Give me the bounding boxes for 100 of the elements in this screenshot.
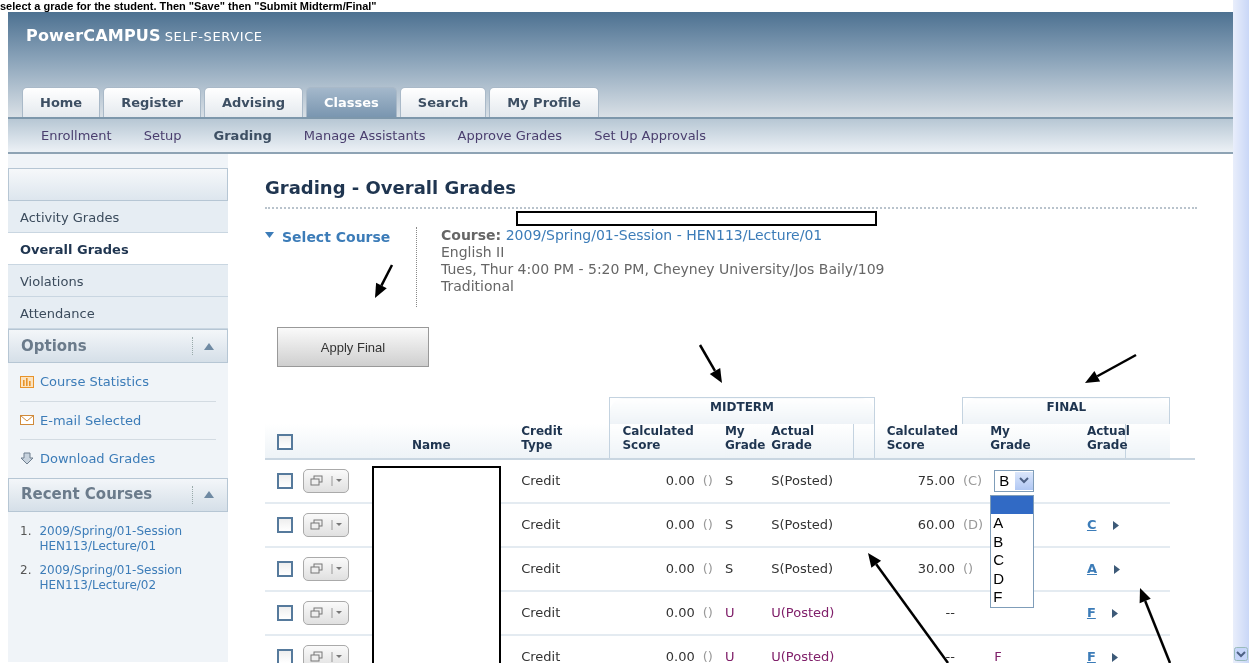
section-title: Options	[21, 335, 87, 357]
course-link[interactable]: 2009/Spring/01-Session - HEN113/Lecture/01	[505, 227, 823, 243]
section-heading: MIDTERM	[609, 397, 875, 424]
caret-icon	[331, 562, 344, 575]
sidebar-item[interactable]: Overall Grades	[8, 233, 228, 265]
grade-link[interactable]: C	[1086, 516, 1097, 532]
select-course-link[interactable]: Select Course	[282, 227, 391, 248]
caret-icon	[331, 518, 344, 531]
caret-icon	[331, 606, 344, 619]
sidebar-item[interactable]: Violations	[8, 265, 228, 297]
dropdown-option[interactable]: A	[991, 514, 1034, 533]
sidebar-item[interactable]: Activity Grades	[8, 201, 228, 233]
row-menu-button[interactable]	[303, 644, 350, 663]
row-checkbox[interactable]	[277, 649, 293, 663]
table-cell: 60.00	[917, 516, 955, 532]
table-cell: F	[994, 648, 1002, 663]
nav-tab[interactable]: Advising	[203, 86, 304, 117]
row-menu-button[interactable]	[303, 600, 350, 625]
table-cell: Credit	[521, 604, 561, 620]
row-menu-button[interactable]	[303, 512, 350, 537]
subnav-link[interactable]: Enrollment	[41, 125, 112, 146]
table-cell: S(Posted)	[771, 560, 834, 576]
option-link[interactable]: E-mail Selected	[40, 410, 142, 430]
table-cell: U(Posted)	[771, 648, 835, 663]
grade-link[interactable]: F	[1086, 648, 1096, 663]
subnav-link[interactable]: Setup	[143, 125, 182, 146]
table-cell: U	[724, 604, 735, 620]
course-link[interactable]: 2009/Spring/01-Session HEN113/Lecture/02	[39, 562, 220, 593]
course-detail: Traditional	[441, 278, 515, 295]
table-cell: ()	[962, 560, 974, 576]
dropdown-option[interactable]	[991, 495, 1034, 514]
option-link[interactable]: Download Grades	[40, 449, 156, 469]
grade-select[interactable]: B	[994, 469, 1035, 492]
course-detail: English II	[441, 244, 506, 261]
select-all-checkbox[interactable]	[277, 433, 293, 450]
column-header: My Grade	[724, 423, 766, 452]
row-checkbox[interactable]	[277, 517, 293, 534]
subnav-link[interactable]: Grading	[213, 125, 272, 146]
row-menu-button[interactable]	[303, 556, 350, 581]
option-link[interactable]: Course Statistics	[40, 372, 149, 392]
app-logo: PowerCAMPUS SELF-SERVICE	[26, 25, 263, 47]
course-detail: Tues, Thur 4:00 PM - 5:20 PM, Cheyney University/Jos Baily/109	[441, 261, 885, 278]
subnav-link[interactable]: Manage Assistants	[303, 125, 426, 146]
grade-link[interactable]: A	[1086, 560, 1097, 576]
table-cell: 0.00	[665, 604, 695, 620]
column-header: My Grade	[990, 423, 1031, 452]
collapse-icon[interactable]	[203, 341, 215, 351]
table-cell: ()	[702, 516, 713, 532]
column-header: Calculated Score	[622, 423, 694, 452]
row-checkbox[interactable]	[277, 605, 293, 622]
sidebar-item[interactable]: Attendance	[8, 297, 228, 329]
table-cell: S	[724, 516, 734, 532]
table-cell: S(Posted)	[771, 516, 834, 532]
dropdown-option[interactable]: C	[991, 551, 1034, 570]
table-cell: S	[724, 472, 734, 488]
table-cell: 0.00	[665, 472, 695, 488]
column-header: Actual Grade	[1086, 423, 1130, 452]
table-cell: 0.00	[665, 648, 695, 663]
nav-tab[interactable]: Register	[103, 86, 201, 117]
row-menu-button[interactable]	[303, 468, 350, 493]
table-cell: --	[945, 604, 955, 620]
dropdown-option[interactable]: F	[991, 588, 1034, 607]
table-cell: S(Posted)	[771, 472, 834, 488]
apply-final-button[interactable]: Apply Final	[277, 327, 429, 367]
caption-text: select a grade for the student. Then "Save" then "Submit Midterm/Final"	[0, 0, 377, 12]
table-cell: ()	[702, 648, 713, 663]
envelope-icon	[20, 413, 34, 428]
list-number: 1.	[20, 523, 32, 540]
table-cell: U(Posted)	[771, 604, 835, 620]
table-cell: --	[945, 648, 955, 663]
table-cell: (D)	[962, 516, 984, 532]
chevron-icon	[1019, 477, 1030, 484]
chart-icon	[20, 374, 34, 389]
table-cell: S	[724, 560, 734, 576]
column-header: Credit Type	[521, 423, 563, 452]
dropdown-option[interactable]: B	[991, 532, 1034, 551]
subnav-link[interactable]: Approve Grades	[457, 125, 563, 146]
table-cell: (C)	[962, 472, 983, 488]
nav-tab[interactable]: Search	[399, 86, 487, 117]
subnav-link[interactable]: Set Up Approvals	[594, 125, 706, 146]
download-icon	[20, 451, 34, 466]
collapse-icon[interactable]	[203, 490, 215, 499]
section-heading: FINAL	[962, 397, 1170, 424]
nav-tab[interactable]: Home	[22, 86, 101, 117]
dropdown-option[interactable]: D	[991, 569, 1034, 588]
course-label: Course:	[441, 227, 502, 243]
row-checkbox[interactable]	[277, 561, 293, 578]
table-cell: ()	[702, 604, 713, 620]
column-header: Name	[411, 437, 451, 452]
caret-icon	[331, 650, 344, 663]
scrollbar[interactable]	[1233, 0, 1249, 663]
play-icon	[1113, 520, 1120, 530]
table-cell: 0.00	[665, 560, 695, 576]
nav-tab[interactable]: My Profile	[489, 86, 599, 117]
row-checkbox[interactable]	[277, 473, 293, 490]
course-link[interactable]: 2009/Spring/01-Session HEN113/Lecture/01	[39, 523, 220, 554]
scroll-down-icon	[1234, 647, 1248, 661]
table-cell: ()	[702, 560, 713, 576]
grade-link[interactable]: F	[1086, 604, 1096, 620]
page-title: Grading - Overall Grades	[265, 174, 1197, 209]
